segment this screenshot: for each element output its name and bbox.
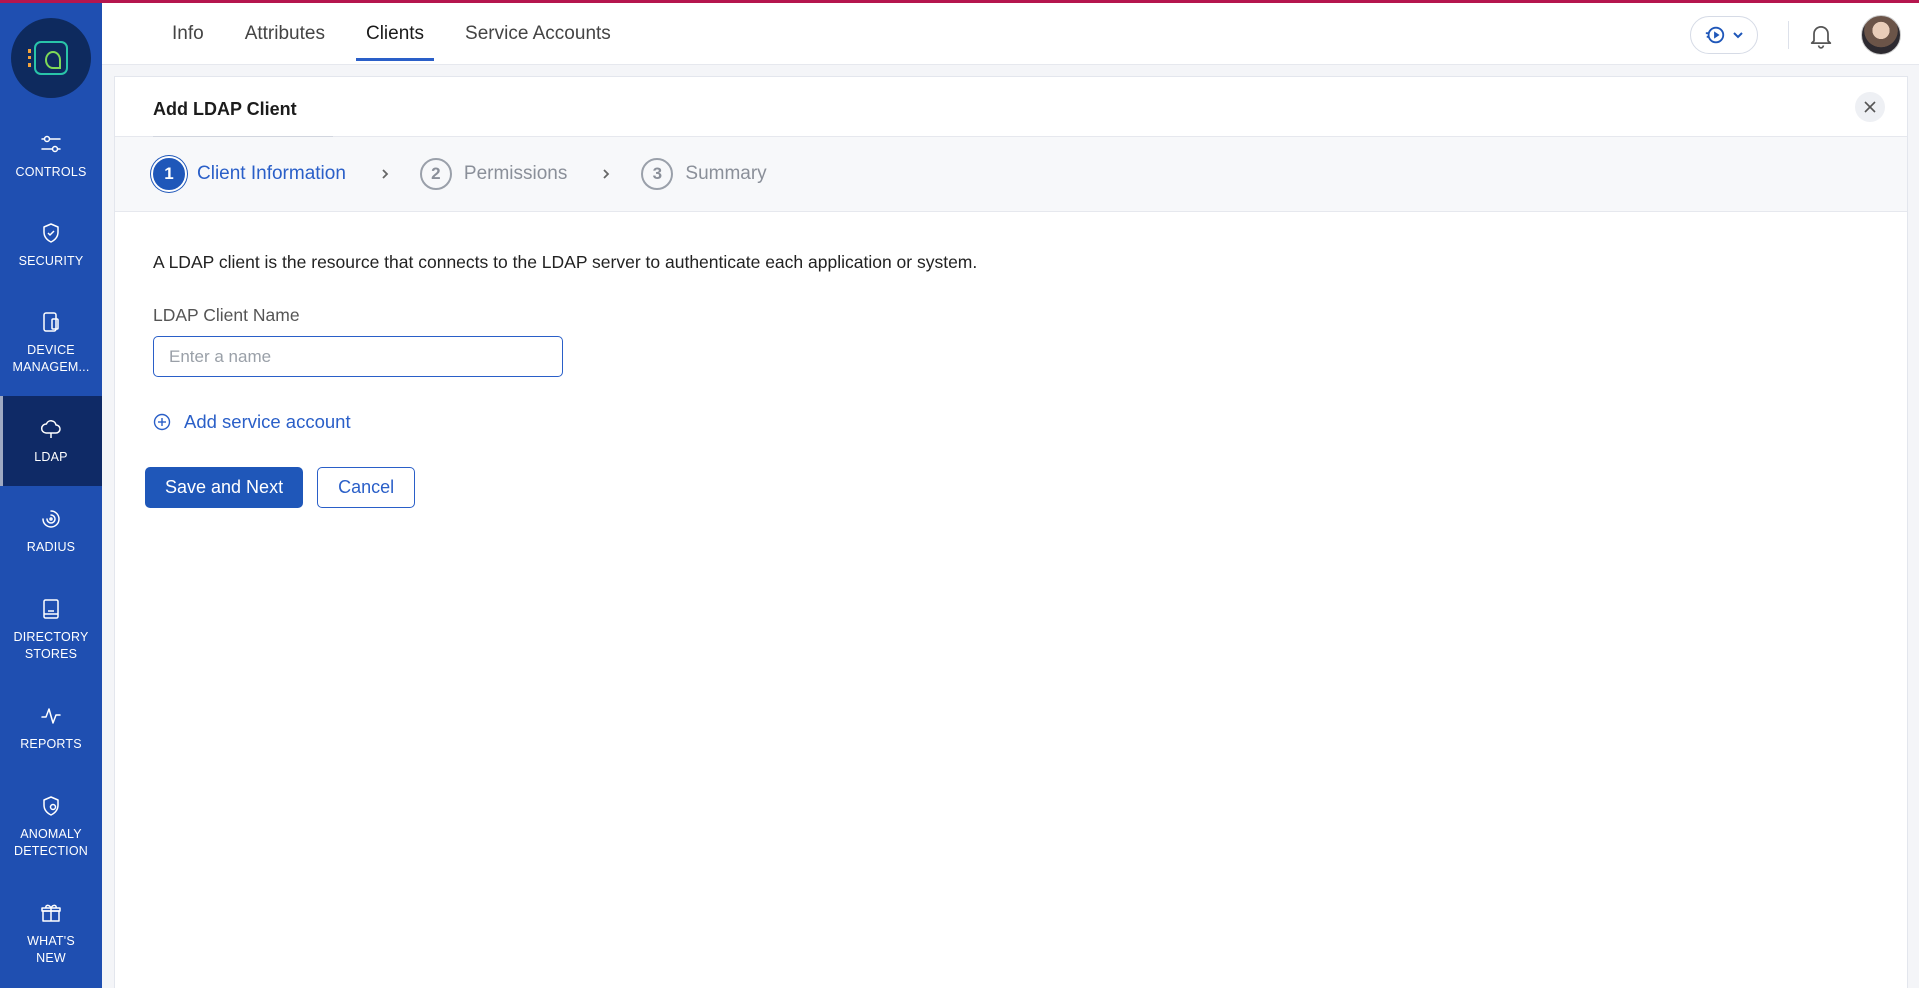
bell-icon[interactable]: [1807, 21, 1835, 49]
sidebar-item-label: REPORTS: [20, 736, 82, 751]
chevron-down-icon: [1733, 32, 1743, 39]
chevron-right-icon: [603, 169, 610, 179]
client-name-label: LDAP Client Name: [153, 305, 300, 325]
directory-icon: [43, 598, 59, 619]
step-label: Permissions: [463, 163, 568, 184]
sidebar-item-label: LDAP: [34, 449, 68, 464]
sidebar-item-whats-new[interactable]: WHAT'S NEW: [0, 880, 102, 987]
tab-clients[interactable]: Clients: [355, 3, 435, 65]
step-label: Summary: [685, 163, 767, 184]
sidebar-item-label: ANOMALY DETECTION: [13, 826, 89, 858]
sidebar-item-label: DIRECTORY STORES: [13, 629, 89, 661]
step-number: 2: [419, 158, 452, 190]
pulse-icon: [41, 707, 61, 724]
shield-icon: [43, 222, 59, 243]
logo-mark-icon: [28, 41, 68, 75]
chevron-right-icon: [382, 169, 389, 179]
tab-info[interactable]: Info: [162, 3, 214, 65]
close-icon: [1864, 101, 1876, 113]
step-summary[interactable]: 3 Summary: [641, 158, 767, 190]
add-ldap-client-panel: Add LDAP Client 1 Client Information 2 P…: [114, 76, 1908, 988]
title-underline: [153, 136, 333, 137]
sidebar-item-ldap[interactable]: LDAP: [0, 396, 102, 486]
sidebar-item-label: WHAT'S NEW: [27, 933, 75, 965]
sliders-icon: [41, 135, 61, 152]
tab-bar: Info Attributes Clients Service Accounts: [162, 3, 642, 65]
add-service-account-link[interactable]: Add service account: [153, 411, 1869, 433]
form-description: A LDAP client is the resource that conne…: [153, 252, 978, 272]
sidebar-item-device-management[interactable]: DEVICE MANAGEM...: [0, 290, 102, 396]
sidebar-nav: CONTROLS SECURITY DEVICE MANAGEM... LDAP…: [0, 112, 102, 987]
cancel-button[interactable]: Cancel: [317, 467, 416, 508]
page-title: Add LDAP Client: [153, 99, 297, 119]
sidebar-item-anomaly-detection[interactable]: ANOMALY DETECTION: [0, 773, 102, 880]
avatar[interactable]: [1861, 15, 1901, 55]
save-and-next-button[interactable]: Save and Next: [145, 467, 304, 508]
sidebar-item-reports[interactable]: REPORTS: [0, 683, 102, 773]
form-content: A LDAP client is the resource that conne…: [115, 212, 1907, 548]
gift-icon: [41, 904, 61, 922]
sidebar-item-security[interactable]: SECURITY: [0, 200, 102, 290]
step-number: 1: [153, 158, 185, 190]
sidebar-item-controls[interactable]: CONTROLS: [0, 112, 102, 200]
header-divider: [1788, 21, 1789, 49]
app-logo[interactable]: [11, 18, 91, 98]
sidebar-item-label: DEVICE MANAGEM...: [12, 343, 90, 374]
sidebar-item-label: SECURITY: [18, 253, 84, 268]
sidebar-item-label: RADIUS: [26, 539, 76, 554]
sidebar-item-radius[interactable]: RADIUS: [0, 486, 102, 576]
sidebar-item-directory-stores[interactable]: DIRECTORY STORES: [0, 576, 102, 683]
sidebar-item-label: CONTROLS: [15, 164, 87, 179]
shield-gear-icon: [43, 795, 59, 816]
step-client-information[interactable]: 1 Client Information: [153, 158, 346, 190]
app-switch-icon: [1705, 26, 1725, 44]
cloud-icon: [40, 419, 61, 438]
stepper: 1 Client Information 2 Permissions 3 Sum…: [115, 137, 1907, 212]
client-name-input[interactable]: [153, 336, 563, 377]
header-actions: [1690, 15, 1901, 55]
plus-circle-icon: [153, 413, 171, 431]
add-service-account-label: Add service account: [184, 411, 351, 432]
panel-header: Add LDAP Client: [115, 77, 1907, 137]
radius-icon: [42, 509, 60, 528]
top-header: Info Attributes Clients Service Accounts: [102, 3, 1919, 65]
app-switcher-button[interactable]: [1690, 16, 1758, 54]
step-number: 3: [641, 158, 674, 190]
step-label: Client Information: [197, 163, 346, 184]
tab-service-accounts[interactable]: Service Accounts: [455, 3, 621, 65]
form-actions: Save and Next Cancel: [145, 467, 1869, 508]
step-permissions[interactable]: 2 Permissions: [419, 158, 568, 190]
tab-attributes[interactable]: Attributes: [235, 3, 335, 65]
sidebar: CONTROLS SECURITY DEVICE MANAGEM... LDAP…: [0, 3, 102, 988]
close-button[interactable]: [1855, 92, 1885, 122]
device-icon: [43, 312, 59, 332]
